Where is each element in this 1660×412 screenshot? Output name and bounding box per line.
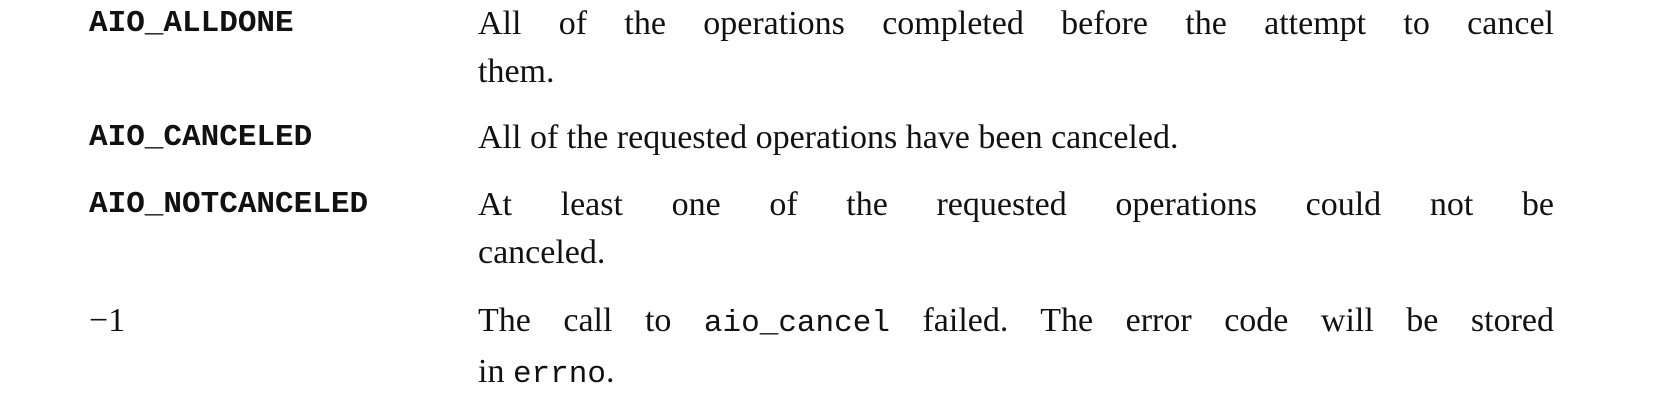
description-text: in (478, 353, 505, 390)
description-line: All of the operations completed before t… (478, 5, 1554, 42)
return-value-term: −1 (89, 302, 126, 339)
return-value-description: At least one of the requested operations… (478, 181, 1554, 277)
return-value-term: AIO_ALLDONE (89, 6, 294, 41)
description-text: The call to (478, 302, 672, 339)
description-line: At least one of the requested operations… (478, 186, 1554, 223)
return-value-description: All of the requested operations have bee… (478, 114, 1554, 162)
return-value-description: The call to aio_cancel failed. The error… (478, 297, 1554, 399)
return-value-term: AIO_NOTCANCELED (89, 187, 369, 222)
description-text: . (605, 353, 615, 390)
description-line: in errno. (478, 348, 1554, 399)
description-line: All of the requested operations have bee… (478, 119, 1179, 156)
description-line: them. (478, 53, 555, 90)
variable-name: errno (512, 357, 606, 392)
return-value-description: All of the operations completed before t… (478, 0, 1554, 96)
description-text: failed. The error code will be stored (922, 302, 1554, 339)
description-line: canceled. (478, 234, 606, 271)
return-values-table: AIO_ALLDONE All of the operations comple… (0, 0, 1660, 412)
description-line: The call to aio_cancel failed. The error… (478, 297, 1554, 348)
return-value-term: AIO_CANCELED (89, 120, 313, 155)
function-name: aio_cancel (703, 306, 890, 341)
